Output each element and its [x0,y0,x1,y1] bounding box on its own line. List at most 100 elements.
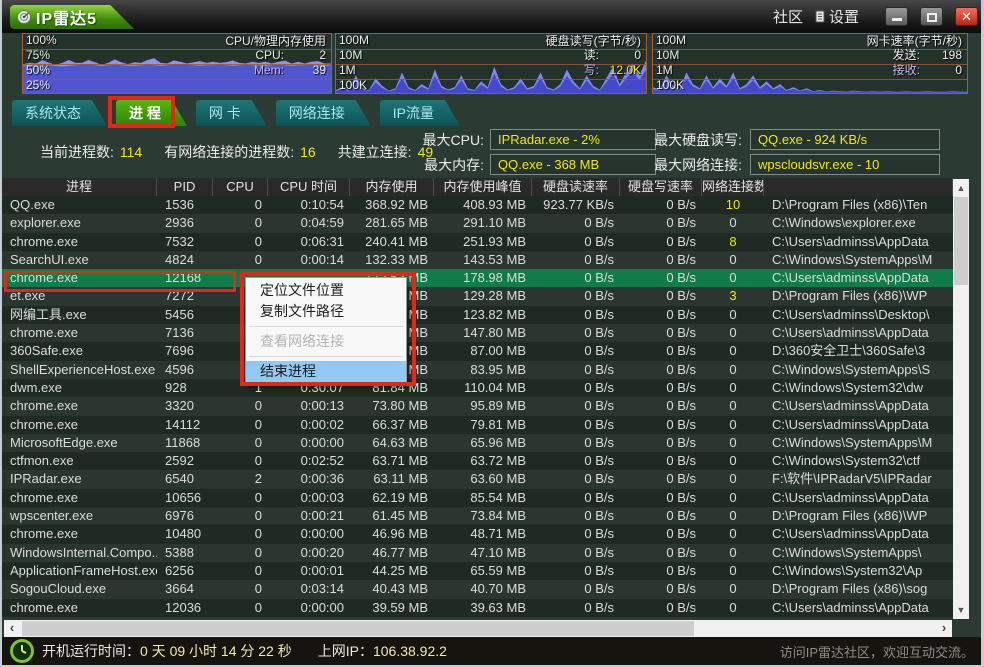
cell-conn: 10 [702,196,764,214]
settings-button[interactable]: 设置 [815,6,859,27]
menu-item-end-process[interactable]: 结束进程 [246,361,406,382]
table-row[interactable]: chrome.exe1065600:00:0362.19 MB85.54 MB0… [2,489,953,507]
cell-write: 0 B/s [620,233,702,251]
cell-read: 0 B/s [532,416,620,434]
community-note[interactable]: 访问IP雷达社区，欢迎互动交流。 [780,642,974,661]
cell-mem_peak: 83.95 MB [434,361,532,379]
cell-mem_peak: 47.10 MB [434,544,532,562]
table-row[interactable]: SearchUI.exe482400:00:14132.33 MB143.53 … [2,251,953,269]
cell-mem_peak: 123.82 MB [434,306,532,324]
graph-title: CPU/物理内存使用 [225,34,326,48]
column-header-pid[interactable]: PID [157,178,213,196]
graph-ytick: 100K [339,78,367,92]
menu-item-copy-path[interactable]: 复制文件路径 [246,301,406,322]
table-row[interactable]: chrome.exe753200:06:31240.41 MB251.93 MB… [2,233,953,251]
cell-mem_peak: 251.93 MB [434,233,532,251]
scroll-left-icon[interactable]: ‹ [4,620,20,637]
cell-name: dwm.exe [2,379,157,397]
table-row[interactable]: ctfmon.exe259200:02:5263.71 MB63.72 MB0 … [2,452,953,470]
table-row[interactable]: et.exe7272127.41 MB129.28 MB0 B/s0 B/s3D… [2,287,953,305]
tab-network-card[interactable]: 网 卡 [196,100,267,126]
table-row[interactable]: IPRadar.exe654020:00:3663.11 MB63.60 MB0… [2,470,953,488]
graph-ytick: 10M [656,48,679,62]
cell-conn: 0 [702,342,764,360]
graph-readout: 读:0 [584,48,641,62]
table-row[interactable]: WindowsInternal.Compo...538800:00:2046.7… [2,544,953,562]
menu-separator [249,326,403,327]
column-header-mem[interactable]: 内存使用 [350,178,434,196]
column-header-conn[interactable]: 网络连接数 [702,178,764,196]
tab-ip-traffic[interactable]: IP流量 [380,100,460,126]
table-row[interactable]: chrome.exe7136144.45 MB147.80 MB0 B/s0 B… [2,324,953,342]
maximize-button[interactable] [920,7,943,26]
cell-name: chrome.exe [2,397,157,415]
cell-read: 0 B/s [532,452,620,470]
cell-cpu_time: 0:00:00 [268,434,350,452]
community-link[interactable]: 社区 [773,6,803,27]
column-header-path[interactable] [764,178,953,196]
cell-write: 0 B/s [620,251,702,269]
graph-readout-label: 接收: [893,63,920,77]
table-row[interactable]: ApplicationFrameHost.exe625600:00:0144.2… [2,562,953,580]
cell-conn: 0 [702,306,764,324]
table-row[interactable]: QQ.exe153600:10:54368.92 MB408.93 MB923.… [2,196,953,214]
column-header-name[interactable]: 进程 [2,178,157,196]
cell-mem_peak: 408.93 MB [434,196,532,214]
cell-cpu: 0 [213,562,268,580]
graph-title: 硬盘读写(字节/秒) [546,34,641,48]
graph-ytick: 1M [339,63,356,77]
table-row[interactable]: 360Safe.exe769686.31 MB87.00 MB0 B/s0 B/… [2,342,953,360]
cell-mem_peak: 40.70 MB [434,580,532,598]
process-table: 进程PIDCPUCPU 时间内存使用内存使用峰值硬盘读速率硬盘写速率网络连接数 … [2,178,953,617]
scroll-down-icon[interactable]: ▼ [953,602,969,618]
cell-path: D:\360安全卫士\360Safe\3 [764,342,953,360]
table-row[interactable]: dwm.exe92810:30:0781.84 MB110.04 MB0 B/s… [2,379,953,397]
table-row[interactable]: MicrosoftEdge.exe1186800:00:0064.63 MB65… [2,434,953,452]
table-row[interactable]: 网编工具.exe5456120.01 MB123.82 MB0 B/s0 B/s… [2,306,953,324]
column-header-read[interactable]: 硬盘读速率 [532,178,620,196]
table-row[interactable]: chrome.exe1411200:00:0266.37 MB79.81 MB0… [2,416,953,434]
cell-pid: 2936 [157,214,213,232]
menu-item-locate-file[interactable]: 定位文件位置 [246,280,406,301]
column-header-cpu_time[interactable]: CPU 时间 [268,178,350,196]
horizontal-scrollbar[interactable]: ‹ › [4,620,952,637]
graph-ytick: 100% [26,33,57,47]
cell-cpu: 0 [213,544,268,562]
cell-mem: 73.80 MB [350,397,434,415]
close-icon: ✕ [956,9,977,25]
column-header-mem_peak[interactable]: 内存使用峰值 [434,178,532,196]
cell-read: 0 B/s [532,562,620,580]
table-row[interactable]: chrome.exe12168173.53 MB178.98 MB0 B/s0 … [2,269,953,287]
table-row[interactable]: chrome.exe1203600:00:0039.59 MB39.63 MB0… [2,599,953,617]
tab-network-connections[interactable]: 网络连接 [276,100,371,126]
table-row[interactable]: chrome.exe332000:00:1373.80 MB95.89 MB0 … [2,397,953,415]
cell-mem_peak: 39.63 MB [434,599,532,617]
tab-process[interactable]: 进 程 [116,100,187,126]
table-row[interactable]: chrome.exe1048000:00:0046.96 MB48.71 MB0… [2,525,953,543]
tab-system-status[interactable]: 系统状态 [12,100,107,126]
table-row[interactable]: ShellExperienceHost.exe459682.91 MB83.95… [2,361,953,379]
scroll-right-icon[interactable]: › [936,620,952,637]
horizontal-scroll-thumb[interactable] [22,621,694,636]
minimize-button[interactable] [885,7,908,26]
vertical-scrollbar[interactable]: ▲ ▼ [953,179,969,619]
table-row[interactable]: wpscenter.exe697600:00:2161.45 MB73.84 M… [2,507,953,525]
close-button[interactable]: ✕ [955,7,978,26]
graph-ytick: 10M [339,48,362,62]
table-row[interactable]: SogouCloud.exe366400:03:1440.43 MB40.70 … [2,580,953,598]
vertical-scroll-thumb[interactable] [954,197,968,285]
column-header-write[interactable]: 硬盘写速率 [620,178,702,196]
scroll-up-icon[interactable]: ▲ [953,180,969,196]
cell-path: C:\Users\adminss\AppData [764,233,953,251]
cell-name: SogouCloud.exe [2,580,157,598]
table-row[interactable]: explorer.exe293600:04:59281.65 MB291.10 … [2,214,953,232]
cell-pid: 3664 [157,580,213,598]
cell-path: C:\Windows\System32\ctf [764,452,953,470]
column-header-cpu[interactable]: CPU [213,178,268,196]
uptime-clock-icon [10,639,34,663]
cell-pid: 10480 [157,525,213,543]
cell-write: 0 B/s [620,580,702,598]
cell-conn: 0 [702,379,764,397]
cell-conn: 0 [702,251,764,269]
minimize-icon [892,18,902,21]
